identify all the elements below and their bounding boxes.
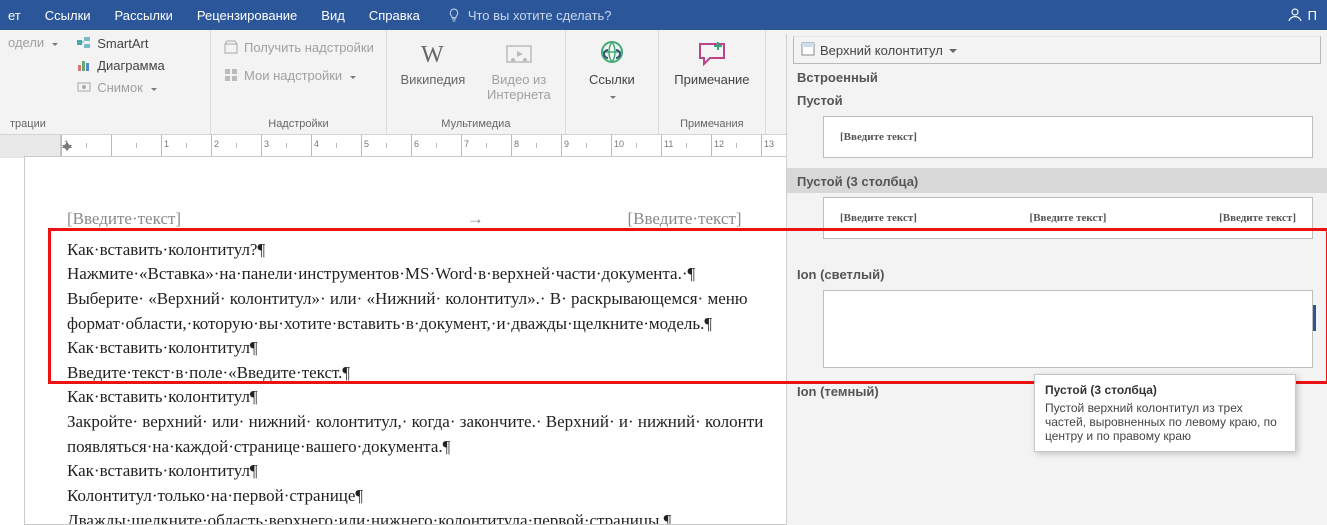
indent-left[interactable] xyxy=(62,145,72,156)
tab-references[interactable]: Ссылки xyxy=(33,0,103,30)
gallery-thumb-blank[interactable]: [Введите текст] xyxy=(823,116,1313,158)
smartart-icon xyxy=(76,35,92,51)
group-label: Примечания xyxy=(680,116,744,132)
get-addins-button[interactable]: Получить надстройки xyxy=(221,38,376,56)
chart-icon xyxy=(76,57,92,73)
my-addins-label: Мои надстройки xyxy=(244,68,342,83)
comment-icon xyxy=(696,38,728,70)
header-left[interactable]: [Введите·текст] xyxy=(67,207,465,232)
screenshot-button[interactable]: Снимок xyxy=(74,78,167,96)
person-icon xyxy=(1286,6,1304,24)
addins-icon xyxy=(223,67,239,83)
comment-label: Примечание xyxy=(674,73,749,88)
video-icon xyxy=(503,38,535,70)
tell-me-label: Что вы хотите сделать? xyxy=(468,8,612,23)
gallery-cat-ion-light[interactable]: Ion (светлый) xyxy=(787,261,1327,286)
group-label: трации xyxy=(10,116,46,132)
screenshot-icon xyxy=(76,79,92,95)
thumb-placeholder: [Введите текст] xyxy=(1030,212,1107,224)
screenshot-label: Снимок xyxy=(97,80,143,95)
account-button[interactable]: П xyxy=(1286,6,1321,24)
gallery-cat-blank3[interactable]: Пустой (3 столбца) xyxy=(787,168,1327,193)
svg-text:W: W xyxy=(421,42,444,68)
smartart-button[interactable]: SmartArt xyxy=(74,34,167,52)
group-label: Мультимедиа xyxy=(441,116,510,132)
get-addins-label: Получить надстройки xyxy=(244,40,374,55)
wikipedia-label: Википедия xyxy=(400,73,465,88)
chart-button[interactable]: Диаграмма xyxy=(74,56,167,74)
thumb-placeholder: [Введите текст] xyxy=(840,212,917,224)
gallery-section-builtin: Встроенный xyxy=(787,64,1327,87)
account-label: П xyxy=(1308,8,1317,23)
tab-help[interactable]: Справка xyxy=(357,0,432,30)
models-label: одели xyxy=(8,35,44,50)
gallery-dropdown[interactable]: Верхний колонтитул xyxy=(793,36,1321,64)
links-label: Ссылки xyxy=(589,73,635,88)
chevron-down-icon xyxy=(947,43,957,58)
chart-label: Диаграмма xyxy=(97,58,165,73)
tooltip-body: Пустой верхний колонтитул из трех частей… xyxy=(1045,401,1285,443)
gallery-cat-blank[interactable]: Пустой xyxy=(787,87,1327,112)
online-video-button[interactable]: Видео из Интернета xyxy=(483,34,555,103)
link-icon xyxy=(596,38,628,70)
scroll-thumb[interactable] xyxy=(1313,305,1316,331)
chevron-down-icon xyxy=(347,68,356,83)
ribbon-tabs: ет Ссылки Рассылки Рецензирование Вид Сп… xyxy=(0,0,1327,30)
gallery-thumb-blank3[interactable]: [Введите текст] [Введите текст] [Введите… xyxy=(823,197,1313,239)
chevron-down-icon xyxy=(148,80,157,95)
tab-view[interactable]: Вид xyxy=(309,0,357,30)
tell-me[interactable]: Что вы хотите сделать? xyxy=(446,7,612,23)
tooltip-title: Пустой (3 столбца) xyxy=(1045,383,1285,397)
header-icon xyxy=(800,41,816,60)
tab-mailings[interactable]: Рассылки xyxy=(103,0,185,30)
lightbulb-icon xyxy=(446,7,462,23)
tab-cutoff[interactable]: ет xyxy=(6,0,33,30)
wikipedia-button[interactable]: W Википедия xyxy=(397,34,469,88)
wikipedia-icon: W xyxy=(417,38,449,70)
tab-arrow-icon: → xyxy=(465,207,485,232)
tab-review[interactable]: Рецензирование xyxy=(185,0,309,30)
chevron-down-icon xyxy=(49,35,58,50)
online-video-label: Видео из Интернета xyxy=(483,73,555,103)
group-addins: Получить надстройки Мои надстройки Надст… xyxy=(211,30,387,134)
group-media: W Википедия Видео из Интернета Мультимед… xyxy=(387,30,566,134)
store-icon xyxy=(223,39,239,55)
group-illustrations: одели SmartArt Диаграмма Снимок трации xyxy=(0,30,211,134)
gallery-dropdown-label: Верхний колонтитул xyxy=(820,43,943,58)
my-addins-button[interactable]: Мои надстройки xyxy=(221,66,376,84)
comment-button[interactable]: Примечание xyxy=(669,34,755,88)
tabs-left: ет Ссылки Рассылки Рецензирование Вид Сп… xyxy=(6,0,612,30)
group-links: Ссылки xyxy=(566,30,659,134)
thumb-placeholder: [Введите текст] xyxy=(840,131,917,143)
chevron-down-icon xyxy=(607,89,616,104)
tooltip: Пустой (3 столбца) Пустой верхний колонт… xyxy=(1034,374,1296,452)
models-button[interactable]: одели xyxy=(6,34,60,51)
group-comments: Примечание Примечания xyxy=(659,30,766,134)
gallery-thumb-ion-light[interactable] xyxy=(823,290,1313,368)
group-label: Надстройки xyxy=(268,116,328,132)
smartart-label: SmartArt xyxy=(97,36,148,51)
thumb-placeholder: [Введите текст] xyxy=(1219,212,1296,224)
links-button[interactable]: Ссылки xyxy=(576,34,648,104)
